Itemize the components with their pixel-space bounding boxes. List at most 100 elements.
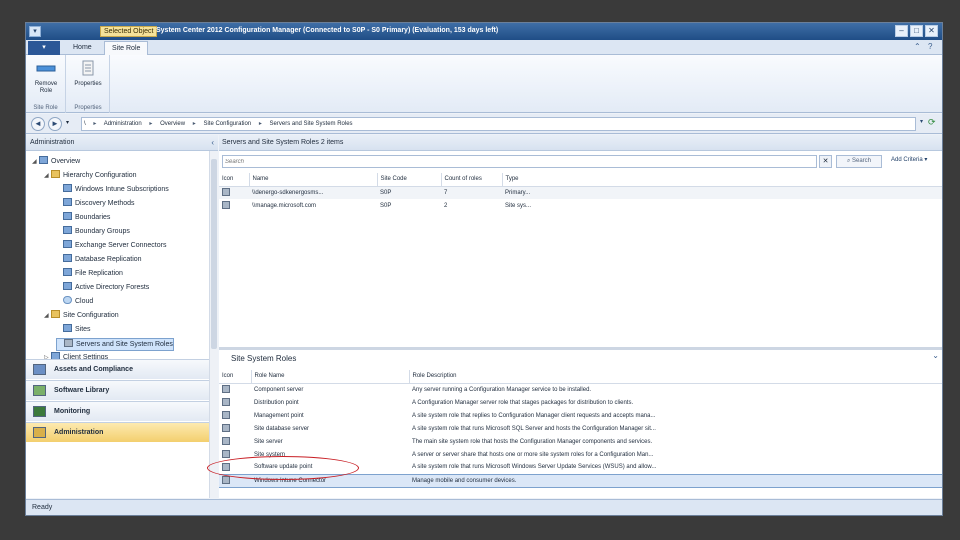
- tree-item[interactable]: ◢ Hierarchy Configuration: [44, 170, 137, 183]
- column-header-role-name[interactable]: Role Name: [251, 370, 410, 384]
- tree-scrollbar[interactable]: [209, 151, 218, 359]
- chevron-down-icon[interactable]: ⌄: [932, 351, 939, 360]
- tree-item[interactable]: Sites: [56, 324, 91, 337]
- expanded-arrow-icon[interactable]: ◢: [32, 156, 39, 168]
- column-header-count-of-roles[interactable]: Count of roles: [441, 173, 503, 187]
- cell-role-description: A site system role that runs Microsoft W…: [412, 464, 657, 471]
- chevron-right-icon[interactable]: ▸: [259, 121, 262, 127]
- table-row[interactable]: Site server The main site system role tha…: [219, 435, 942, 448]
- contextual-tab-tag: Selected Object: [100, 26, 158, 37]
- tree-item[interactable]: Exchange Server Connectors: [56, 240, 166, 253]
- server-icon: [222, 188, 230, 197]
- search-button-label: Search: [852, 158, 872, 164]
- ribbon-group-label: Properties: [74, 105, 102, 111]
- breadcrumb-overview[interactable]: Overview: [160, 121, 185, 127]
- chevron-right-icon[interactable]: ▸: [193, 121, 196, 127]
- cell-role-name: Distribution point: [254, 399, 299, 406]
- row-icon-cell: [219, 422, 251, 435]
- maximize-button[interactable]: □: [910, 25, 923, 37]
- table-row[interactable]: \\denergo-sdkenergosms... S0P 7 Primary...: [219, 186, 942, 199]
- back-button[interactable]: ◄: [31, 117, 45, 131]
- tree-item[interactable]: Cloud: [56, 296, 93, 309]
- close-button[interactable]: ✕: [925, 25, 938, 37]
- tree-item[interactable]: ◢ Site Configuration: [44, 310, 119, 323]
- nav-pane-title-text: Administration: [30, 139, 75, 146]
- remove-role-icon: [36, 65, 56, 72]
- scrollbar-thumb[interactable]: [211, 159, 217, 349]
- file-menu-button[interactable]: ▾: [28, 41, 60, 55]
- remove-role-button[interactable]: Remove Role: [30, 59, 62, 95]
- forward-button[interactable]: ►: [48, 117, 62, 131]
- breadcrumb-root-icon[interactable]: \: [84, 121, 86, 127]
- column-header-type[interactable]: Type: [502, 173, 942, 187]
- workspace-button[interactable]: Software Library: [26, 380, 209, 400]
- tree-item[interactable]: Boundaries: [56, 212, 110, 225]
- breadcrumb-administration[interactable]: Administration: [104, 121, 142, 127]
- tree-item[interactable]: Windows Intune Subscriptions: [56, 184, 169, 197]
- search-button[interactable]: ⌕ Search: [836, 155, 882, 168]
- site-role-icon: [222, 385, 230, 394]
- refresh-icon[interactable]: ⟳: [928, 117, 936, 128]
- app-menu-icon[interactable]: ▾: [29, 26, 41, 37]
- tree-item[interactable]: Boundary Groups: [56, 226, 130, 239]
- table-row[interactable]: Distribution point A Configuration Manage…: [219, 396, 942, 409]
- add-criteria-button[interactable]: Add Criteria ▾: [891, 156, 927, 163]
- clear-search-button[interactable]: ✕: [819, 155, 832, 168]
- workspace-icon: [33, 427, 46, 438]
- tree-item-label: Sites: [75, 326, 91, 333]
- node-icon: [63, 212, 72, 220]
- tree-item[interactable]: File Replication: [56, 268, 123, 281]
- cell-name: \\denergo-sdkenergosms...: [249, 186, 377, 199]
- pane-splitter[interactable]: [219, 347, 942, 350]
- cell-role-name: Component server: [254, 386, 304, 393]
- chevron-right-icon[interactable]: ▸: [93, 121, 96, 127]
- tab-site-role[interactable]: Site Role: [104, 41, 149, 55]
- table-row[interactable]: Management point A site system role that …: [219, 409, 942, 422]
- address-dropdown-icon[interactable]: ▾: [917, 118, 926, 130]
- column-header-name[interactable]: Name: [249, 173, 378, 187]
- tree-item[interactable]: Active Directory Forests: [56, 282, 149, 295]
- cell-type: Site sys...: [505, 202, 532, 209]
- workspace-button[interactable]: Assets and Compliance: [26, 359, 209, 379]
- table-row[interactable]: Component server Any server running a Con…: [219, 383, 942, 396]
- row-icon-cell: [219, 186, 249, 199]
- tree-item[interactable]: Discovery Methods: [56, 198, 135, 211]
- table-row[interactable]: Windows Intune Connector Manage mobile an…: [219, 473, 942, 488]
- workspace-button[interactable]: Monitoring: [26, 401, 209, 421]
- tree-item[interactable]: Servers and Site System Roles: [56, 338, 174, 351]
- search-input[interactable]: [222, 155, 817, 168]
- expand-arrow-icon[interactable]: ▷: [44, 352, 51, 359]
- collapse-pane-icon[interactable]: ‹: [211, 135, 214, 150]
- table-header: Icon Role Name Role Description: [219, 370, 942, 384]
- chevron-right-icon[interactable]: ▸: [149, 121, 152, 127]
- column-header-icon[interactable]: Icon: [219, 370, 252, 384]
- column-header-icon[interactable]: Icon: [219, 173, 250, 187]
- minimize-button[interactable]: –: [895, 25, 908, 37]
- table-row[interactable]: \\manage.microsoft.com S0P 2 Site sys...: [219, 199, 942, 212]
- table-row[interactable]: Site system A server or server share that…: [219, 448, 942, 461]
- expanded-arrow-icon[interactable]: ◢: [44, 170, 51, 182]
- breadcrumb-servers-and-site-system-roles[interactable]: Servers and Site System Roles: [270, 121, 353, 127]
- tree-item[interactable]: Database Replication: [56, 254, 142, 267]
- breadcrumb-site-configuration[interactable]: Site Configuration: [203, 121, 251, 127]
- table-row[interactable]: Software update point A site system role …: [219, 461, 942, 474]
- site-system-roles-table: Icon Role Name Role Description Componen…: [219, 370, 942, 488]
- workspace-scrollbar[interactable]: [209, 359, 218, 498]
- nav-pane-title: Administration ‹: [26, 135, 218, 151]
- tab-home[interactable]: Home: [66, 41, 99, 55]
- column-header-site-code[interactable]: Site Code: [377, 173, 442, 187]
- workspace-button[interactable]: Administration: [26, 422, 209, 442]
- node-icon: [51, 352, 60, 359]
- history-dropdown-icon[interactable]: ▾: [66, 119, 69, 126]
- tree-item-label: Boundaries: [75, 214, 111, 221]
- column-header-role-description[interactable]: Role Description: [409, 370, 942, 384]
- table-row[interactable]: Site database server A site system role t…: [219, 422, 942, 435]
- tree-item[interactable]: ▷ Client Settings: [44, 352, 108, 359]
- site-role-icon: [222, 450, 230, 458]
- properties-button[interactable]: Properties: [72, 59, 104, 88]
- tree-item[interactable]: ◢ Overview: [32, 156, 80, 169]
- help-icon[interactable]: ?: [928, 42, 932, 51]
- expanded-arrow-icon[interactable]: ◢: [44, 310, 51, 322]
- row-icon-cell: [219, 435, 251, 448]
- ribbon-minimize-icon[interactable]: ⌃: [914, 42, 921, 51]
